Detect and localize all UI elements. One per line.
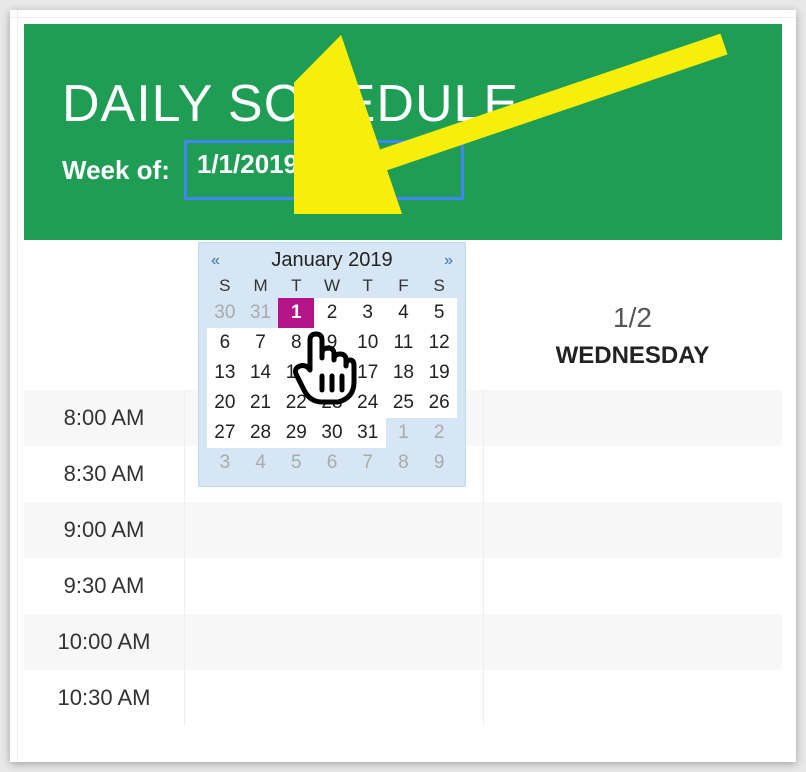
day-column-wed: 1/2 WEDNESDAY: [483, 240, 782, 390]
schedule-cell[interactable]: [483, 502, 782, 558]
time-label: 10:30 AM: [24, 685, 184, 711]
datepicker-weekday: M: [243, 274, 279, 298]
time-row: 9:30 AM: [24, 558, 782, 614]
datepicker-day[interactable]: 16: [314, 358, 350, 388]
datepicker-day[interactable]: 7: [350, 448, 386, 478]
datepicker-weekday: F: [386, 274, 422, 298]
datepicker-day[interactable]: 30: [207, 298, 243, 328]
weekof-row: Week of: 1/1/2019: [62, 140, 744, 200]
weekof-label: Week of:: [62, 155, 170, 186]
weekof-date-value: 1/1/2019: [197, 149, 298, 179]
datepicker-day[interactable]: 3: [207, 448, 243, 478]
datepicker-day[interactable]: 20: [207, 388, 243, 418]
datepicker-popup: « January 2019 » SMTWTFS 303112345678910…: [198, 242, 466, 487]
datepicker-day[interactable]: 2: [421, 418, 457, 448]
time-label: 8:30 AM: [24, 461, 184, 487]
time-label: 9:00 AM: [24, 517, 184, 543]
schedule-cell[interactable]: [483, 390, 782, 446]
datepicker-month-label[interactable]: January 2019: [271, 249, 392, 272]
datepicker-day[interactable]: 31: [350, 418, 386, 448]
time-label: 8:00 AM: [24, 405, 184, 431]
page-title: DAILY SCHEDULE: [62, 74, 744, 134]
datepicker-day[interactable]: 5: [421, 298, 457, 328]
datepicker-day[interactable]: 31: [243, 298, 279, 328]
datepicker-day[interactable]: 8: [278, 328, 314, 358]
schedule-cell[interactable]: [184, 670, 483, 726]
datepicker-day[interactable]: 5: [278, 448, 314, 478]
datepicker-next-button[interactable]: »: [444, 252, 453, 270]
datepicker-day[interactable]: 1: [386, 418, 422, 448]
datepicker-days: 3031123456789101112131415161718192021222…: [207, 298, 457, 478]
spreadsheet-canvas: DAILY SCHEDULE Week of: 1/1/2019 1/2 WED…: [10, 10, 796, 762]
schedule-cell[interactable]: [483, 614, 782, 670]
datepicker-day[interactable]: 6: [314, 448, 350, 478]
datepicker-day[interactable]: 14: [243, 358, 279, 388]
text-caret: [300, 153, 302, 179]
day-column-date: 1/2: [483, 302, 782, 334]
datepicker-day[interactable]: 30: [314, 418, 350, 448]
time-col-spacer: [24, 240, 184, 390]
time-row: 10:30 AM: [24, 670, 782, 726]
datepicker-day[interactable]: 12: [421, 328, 457, 358]
datepicker-day[interactable]: 3: [350, 298, 386, 328]
datepicker-weekday: T: [350, 274, 386, 298]
datepicker-day[interactable]: 9: [421, 448, 457, 478]
datepicker-day[interactable]: 21: [243, 388, 279, 418]
schedule-cell[interactable]: [184, 502, 483, 558]
datepicker-day[interactable]: 24: [350, 388, 386, 418]
schedule-cell[interactable]: [483, 670, 782, 726]
datepicker-weekdays: SMTWTFS: [207, 274, 457, 298]
datepicker-day[interactable]: 29: [278, 418, 314, 448]
schedule-cell[interactable]: [483, 446, 782, 502]
grid-edge-left: [10, 10, 18, 762]
datepicker-day[interactable]: 22: [278, 388, 314, 418]
datepicker-day[interactable]: 4: [386, 298, 422, 328]
datepicker-day[interactable]: 2: [314, 298, 350, 328]
datepicker-weekday: W: [314, 274, 350, 298]
schedule-cell[interactable]: [184, 558, 483, 614]
datepicker-day[interactable]: 8: [386, 448, 422, 478]
datepicker-weekday: T: [278, 274, 314, 298]
datepicker-day[interactable]: 23: [314, 388, 350, 418]
day-column-name: WEDNESDAY: [483, 342, 782, 370]
datepicker-header: « January 2019 »: [207, 249, 457, 274]
weekof-date-input[interactable]: 1/1/2019: [184, 140, 464, 200]
datepicker-day[interactable]: 4: [243, 448, 279, 478]
time-label: 10:00 AM: [24, 629, 184, 655]
datepicker-day[interactable]: 10: [350, 328, 386, 358]
datepicker-day[interactable]: 19: [421, 358, 457, 388]
datepicker-day[interactable]: 11: [386, 328, 422, 358]
datepicker-day[interactable]: 17: [350, 358, 386, 388]
datepicker-weekday: S: [421, 274, 457, 298]
time-label: 9:30 AM: [24, 573, 184, 599]
datepicker-day[interactable]: 27: [207, 418, 243, 448]
schedule-cell[interactable]: [483, 558, 782, 614]
datepicker-weekday: S: [207, 274, 243, 298]
datepicker-prev-button[interactable]: «: [211, 252, 220, 270]
schedule-header: DAILY SCHEDULE Week of: 1/1/2019: [24, 24, 782, 240]
datepicker-day[interactable]: 1: [278, 298, 314, 328]
datepicker-day[interactable]: 15: [278, 358, 314, 388]
datepicker-day[interactable]: 28: [243, 418, 279, 448]
datepicker-day[interactable]: 9: [314, 328, 350, 358]
grid-edge-top: [10, 10, 796, 18]
datepicker-day[interactable]: 26: [421, 388, 457, 418]
datepicker-day[interactable]: 13: [207, 358, 243, 388]
datepicker-day[interactable]: 6: [207, 328, 243, 358]
datepicker-day[interactable]: 25: [386, 388, 422, 418]
time-row: 9:00 AM: [24, 502, 782, 558]
time-row: 10:00 AM: [24, 614, 782, 670]
datepicker-day[interactable]: 18: [386, 358, 422, 388]
schedule-cell[interactable]: [184, 614, 483, 670]
datepicker-day[interactable]: 7: [243, 328, 279, 358]
